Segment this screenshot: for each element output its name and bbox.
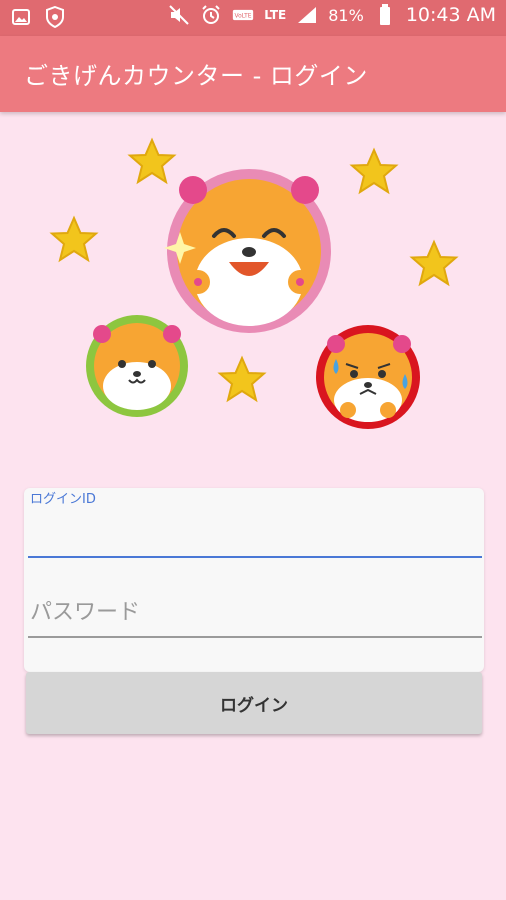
calm-hamster-icon [86,315,188,417]
svg-text:VoLTE: VoLTE [235,14,252,20]
shield-icon [44,6,66,28]
login-button[interactable]: ログイン [26,672,482,734]
hamster-illustration [0,112,506,452]
star-icon [219,357,265,401]
login-form: ログインID [24,488,484,672]
star-icon [411,241,457,285]
worried-hamster-icon [316,325,420,429]
star-icon [51,217,97,261]
status-bar: VoLTE LTE 81% 10:43 AM [0,0,506,36]
star-icon [129,139,175,183]
network-type: LTE [264,8,287,22]
volte-icon: VoLTE [232,4,254,26]
mute-icon [168,4,190,26]
clock: 10:43 AM [405,4,496,26]
battery-percent: 81% [328,5,364,25]
signal-icon [296,4,318,26]
alarm-icon [200,4,222,26]
login-id-input[interactable] [28,506,482,558]
happy-hamster-icon [164,169,331,333]
star-icon [351,149,397,193]
app-bar: ごきげんカウンター - ログイン [0,36,506,112]
password-input[interactable] [28,588,482,638]
login-id-label: ログインID [30,492,96,507]
page-title: ごきげんカウンター - ログイン [24,62,368,90]
battery-icon [374,4,396,26]
gallery-icon [10,6,32,28]
